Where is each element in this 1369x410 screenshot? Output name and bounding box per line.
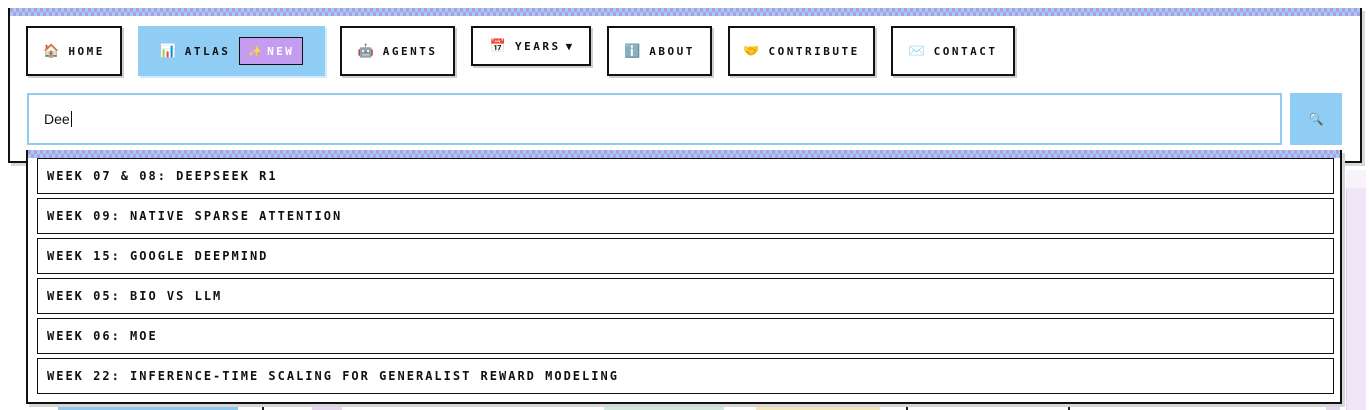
nav-agents-label: Agents xyxy=(382,44,438,58)
suggestion-item[interactable]: Week 06: MoE xyxy=(37,318,1334,354)
nav-contribute-label: Contribute xyxy=(768,44,860,58)
chevron-down-icon: ▼ xyxy=(565,39,573,53)
decorative-dotted-border xyxy=(10,8,1360,16)
handshake-icon: 🤝 xyxy=(743,43,760,59)
decorative-dotted-border xyxy=(28,150,1340,158)
robot-icon: 🤖 xyxy=(357,43,374,59)
envelope-icon: ✉️ xyxy=(908,43,925,59)
search-input[interactable]: Dee xyxy=(27,93,1282,145)
suggestion-label: Week 06: MoE xyxy=(47,329,158,343)
suggestion-item[interactable]: Week 09: Native Sparse Attention xyxy=(37,198,1334,234)
nav-agents-button[interactable]: 🤖 Agents xyxy=(340,26,455,76)
suggestion-label: Week 15: Google DeepMind xyxy=(47,249,269,263)
info-icon: ℹ️ xyxy=(624,43,641,59)
sparkles-icon: ✨ xyxy=(248,44,263,58)
nav-atlas-label: Atlas xyxy=(184,44,231,58)
search-input-value: Dee xyxy=(44,111,70,127)
search-button[interactable]: 🔍 xyxy=(1290,93,1342,145)
suggestion-item[interactable]: Week 07 & 08: DeepSeek R1 xyxy=(37,158,1334,194)
nav-about-button[interactable]: ℹ️ About xyxy=(607,26,712,76)
nav-years-dropdown[interactable]: 📅 Years ▼ xyxy=(471,26,591,66)
new-badge-label: New xyxy=(267,44,295,58)
nav-contact-button[interactable]: ✉️ Contact xyxy=(891,26,1015,76)
nav-atlas-button[interactable]: 📊 Atlas ✨ New xyxy=(138,26,325,76)
nav-about-label: About xyxy=(649,44,695,58)
house-icon: 🏠 xyxy=(43,43,60,59)
search-suggestions-dropdown: Week 07 & 08: DeepSeek R1 Week 09: Nativ… xyxy=(26,150,1342,404)
nav-home-button[interactable]: 🏠 Home xyxy=(26,26,122,76)
suggestion-item[interactable]: Week 15: Google DeepMind xyxy=(37,238,1334,274)
nav-contribute-button[interactable]: 🤝 Contribute xyxy=(728,26,875,76)
suggestion-label: Week 22: Inference-Time Scaling for Gene… xyxy=(47,369,619,383)
suggestion-label: Week 05: Bio vs LLM xyxy=(47,289,223,303)
nav-contact-label: Contact xyxy=(933,44,998,58)
nav-home-label: Home xyxy=(68,44,105,58)
nav-years-label: Years xyxy=(514,39,561,53)
magnifier-icon: 🔍 xyxy=(1308,112,1324,126)
calendar-icon: 📅 xyxy=(489,38,506,54)
text-caret xyxy=(70,111,72,127)
suggestion-item[interactable]: Week 05: Bio vs LLM xyxy=(37,278,1334,314)
suggestion-item[interactable]: Week 22: Inference-Time Scaling for Gene… xyxy=(37,358,1334,394)
background-card xyxy=(1346,170,1366,188)
new-badge: ✨ New xyxy=(239,37,304,65)
suggestion-label: Week 07 & 08: DeepSeek R1 xyxy=(47,169,278,183)
background-card xyxy=(1346,188,1366,410)
bar-chart-icon: 📊 xyxy=(159,43,176,59)
suggestion-label: Week 09: Native Sparse Attention xyxy=(47,209,343,223)
